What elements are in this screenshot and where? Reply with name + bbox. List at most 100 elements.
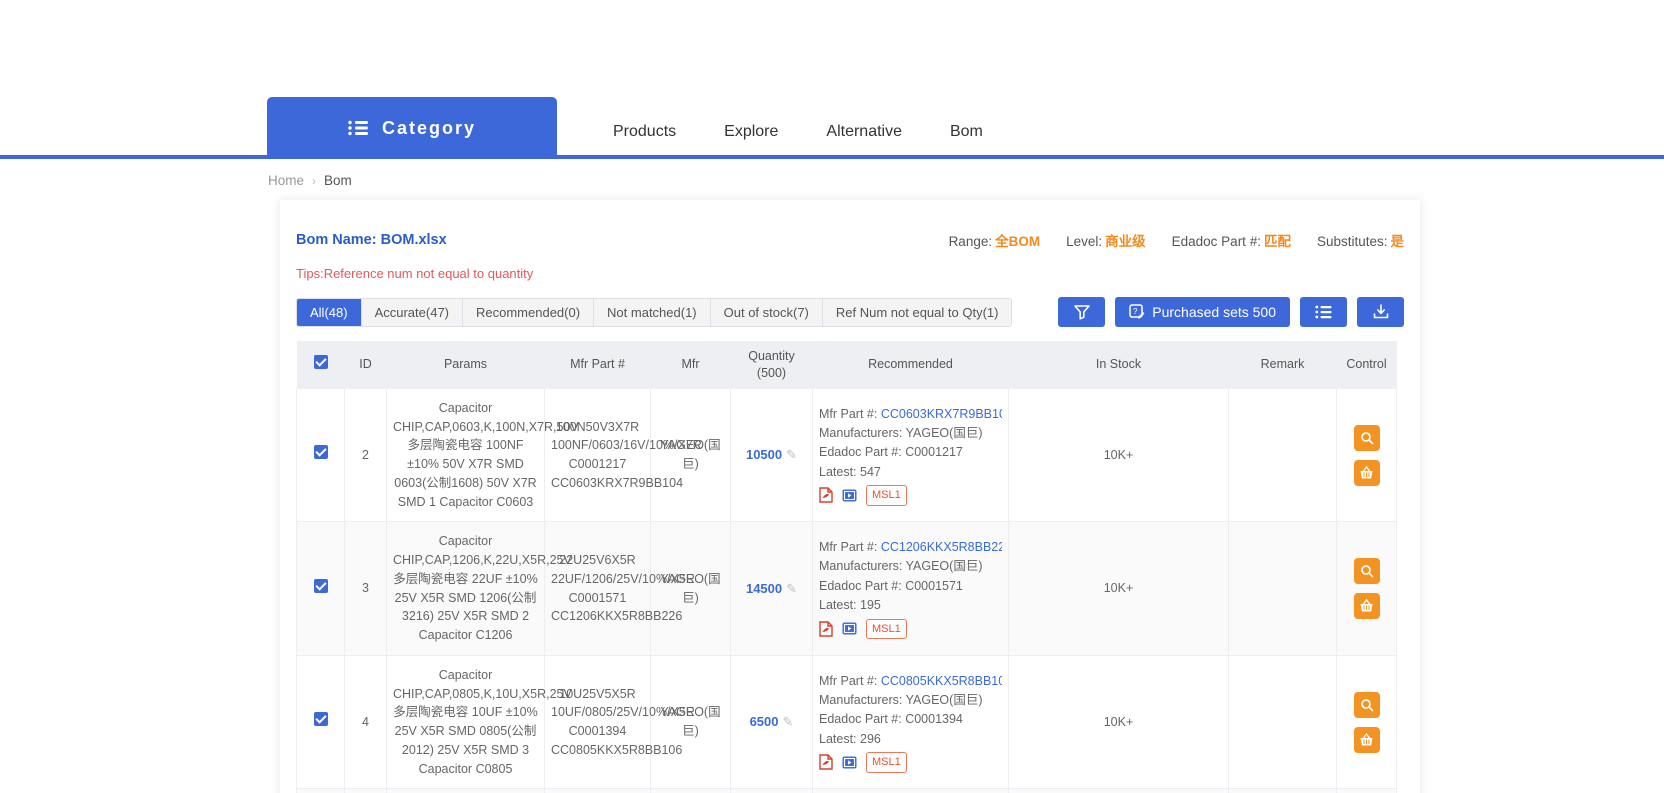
- cell-quantity: 1500✎: [731, 789, 813, 793]
- row-checkbox[interactable]: [314, 445, 328, 459]
- edit-quantity-icon[interactable]: ✎: [783, 712, 794, 732]
- chip-preview-icon[interactable]: [841, 755, 858, 770]
- filter-button[interactable]: [1058, 297, 1105, 327]
- bom-table: ID Params Mfr Part # Mfr Quantity (500) …: [296, 341, 1397, 793]
- msl-badge: MSL1: [866, 752, 907, 773]
- pdf-datasheet-icon[interactable]: [819, 487, 833, 503]
- tab-all[interactable]: All(48): [297, 299, 362, 326]
- msl-badge: MSL1: [866, 619, 907, 640]
- cell-mfr: YAGEO(国巨): [651, 655, 731, 789]
- cell-id: 2: [345, 389, 387, 522]
- search-icon: [1360, 431, 1374, 445]
- table-row: 4 Capacitor CHIP,CAP,0805,K,10U,X5R,25V …: [297, 655, 1397, 789]
- cell-quantity: 14500 ✎: [731, 522, 813, 656]
- tab-out-of-stock[interactable]: Out of stock(7): [711, 299, 823, 326]
- pdf-datasheet-icon[interactable]: [819, 754, 833, 770]
- search-stock-button[interactable]: [1354, 692, 1380, 718]
- pdf-datasheet-icon[interactable]: [819, 621, 833, 637]
- rec-mfr-part-label: Mfr Part #:: [819, 674, 877, 688]
- tab-accurate[interactable]: Accurate(47): [362, 299, 463, 326]
- rec-latest-label: Latest:: [819, 465, 857, 479]
- rec-latest-value: 296: [860, 732, 881, 746]
- cell-in-stock: 10K+: [1009, 522, 1229, 656]
- quantity-value: 10500: [746, 447, 782, 462]
- rec-mfr-part-label: Mfr Part #:: [819, 540, 877, 554]
- rec-manufacturers-label: Manufacturers:: [819, 426, 902, 440]
- cell-params: Capacitor CHIP,CAP,0603,K,1U,X7R,10V 多层陶…: [387, 789, 545, 793]
- basket-icon: [1359, 466, 1374, 480]
- tips-message: Tips:Reference num not equal to quantity: [296, 266, 1404, 281]
- breadcrumb-current: Bom: [324, 173, 352, 188]
- nav-link-alternative[interactable]: Alternative: [826, 123, 902, 141]
- bom-meta: Range:全BOM Level:商业级 Edadoc Part #:匹配 Su…: [949, 230, 1404, 250]
- purchased-sets-button[interactable]: ? Purchased sets 500: [1115, 297, 1290, 327]
- tab-ref-num-not-equal[interactable]: Ref Num not equal to Qty(1): [823, 299, 1012, 326]
- download-button[interactable]: [1357, 297, 1404, 327]
- header-mfr-part: Mfr Part #: [545, 341, 651, 389]
- cell-in-stock: 10K+: [1009, 789, 1229, 793]
- header-id: ID: [345, 341, 387, 389]
- row-checkbox[interactable]: [314, 579, 328, 593]
- chip-preview-icon[interactable]: [841, 488, 858, 503]
- list-view-icon: [1315, 305, 1332, 319]
- breadcrumb: Home › Bom: [0, 159, 1664, 188]
- breadcrumb-separator-icon: ›: [312, 174, 316, 188]
- breadcrumb-home[interactable]: Home: [268, 173, 304, 188]
- basket-icon: [1359, 733, 1374, 747]
- header-quantity-line2: (500): [735, 365, 809, 382]
- meta-level-value: 商业级: [1105, 234, 1146, 249]
- rec-part-link[interactable]: CC0603KRX7R9BB104: [881, 407, 1002, 421]
- search-icon: [1360, 698, 1374, 712]
- edit-quantity-icon[interactable]: ✎: [786, 579, 797, 599]
- purchased-edit-icon: ?: [1129, 304, 1145, 320]
- rec-manufacturer-value: YAGEO(国巨): [906, 426, 983, 440]
- add-to-basket-button[interactable]: [1354, 460, 1380, 486]
- cell-recommended: Mfr Part #: CC0603KRX7R6BB105 Manufactur…: [813, 789, 1009, 793]
- rec-part-link[interactable]: CC0805KKX5R8BB106: [881, 674, 1002, 688]
- cell-control: [1337, 655, 1397, 789]
- chip-preview-icon[interactable]: [841, 621, 858, 636]
- bom-name-label: Bom Name:: [296, 232, 377, 248]
- add-to-basket-button[interactable]: [1354, 593, 1380, 619]
- table-row: 2 Capacitor CHIP,CAP,0603,K,100N,X7R,50V…: [297, 389, 1397, 522]
- bom-name: Bom Name: BOM.xlsx: [296, 232, 447, 248]
- basket-icon: [1359, 599, 1374, 613]
- cell-mfr-part: 1U10V3X7R 1UF/0603/10V/10%/X7R C0001177 …: [545, 789, 651, 793]
- edit-quantity-icon[interactable]: ✎: [786, 445, 797, 465]
- cell-remark: [1229, 389, 1337, 522]
- cell-mfr-part: 10U25V5X5R 10UF/0805/25V/10%/X5R C000139…: [545, 655, 651, 789]
- rec-manufacturer-value: YAGEO(国巨): [906, 693, 983, 707]
- search-icon: [1360, 564, 1374, 578]
- rec-edadoc-value: C0001217: [905, 445, 963, 459]
- meta-range-label: Range:: [949, 234, 993, 249]
- rec-latest-label: Latest:: [819, 732, 857, 746]
- tab-recommended[interactable]: Recommended(0): [463, 299, 594, 326]
- category-button[interactable]: Category: [267, 97, 557, 159]
- nav-link-bom[interactable]: Bom: [950, 123, 983, 141]
- rec-part-link[interactable]: CC1206KKX5R8BB226: [881, 540, 1002, 554]
- rec-latest-value: 195: [860, 598, 881, 612]
- cell-recommended: Mfr Part #: CC0805KKX5R8BB106 Manufactur…: [813, 655, 1009, 789]
- cell-quantity: 6500✎: [731, 655, 813, 789]
- rec-manufacturers-label: Manufacturers:: [819, 693, 902, 707]
- filter-funnel-icon: [1074, 305, 1090, 320]
- row-checkbox[interactable]: [314, 712, 328, 726]
- list-view-button[interactable]: [1300, 297, 1347, 327]
- nav-link-explore[interactable]: Explore: [724, 123, 778, 141]
- cell-remark: [1229, 789, 1337, 793]
- svg-text:?: ?: [1133, 307, 1138, 316]
- nav-link-products[interactable]: Products: [613, 123, 676, 141]
- rec-edadoc-label: Edadoc Part #:: [819, 445, 902, 459]
- meta-range-value: 全BOM: [995, 234, 1040, 249]
- tab-not-matched[interactable]: Not matched(1): [594, 299, 711, 326]
- cell-control: [1337, 789, 1397, 793]
- header-control: Control: [1337, 341, 1397, 389]
- quantity-value: 14500: [746, 581, 782, 596]
- filter-tabs: All(48) Accurate(47) Recommended(0) Not …: [296, 298, 1012, 327]
- search-stock-button[interactable]: [1354, 425, 1380, 451]
- cell-mfr: YAGEO(国巨): [651, 389, 731, 522]
- add-to-basket-button[interactable]: [1354, 727, 1380, 753]
- select-all-checkbox[interactable]: [314, 355, 328, 369]
- search-stock-button[interactable]: [1354, 558, 1380, 584]
- cell-recommended: Mfr Part #: CC1206KKX5R8BB226 Manufactur…: [813, 522, 1009, 656]
